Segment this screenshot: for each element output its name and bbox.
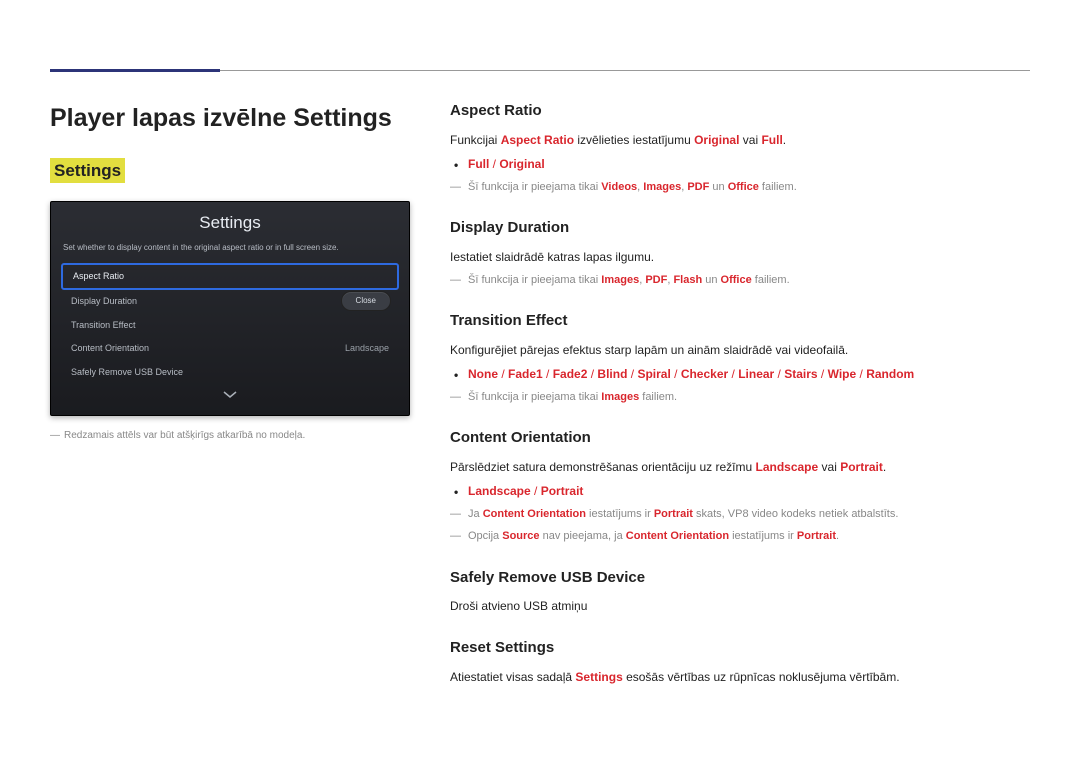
panel-item-label: Aspect Ratio [73, 270, 124, 284]
page-accent-bar [50, 69, 220, 72]
safely-remove-desc: Droši atvieno USB atmiņu [450, 597, 1030, 615]
panel-item-transition-effect[interactable]: Transition Effect [61, 314, 399, 338]
panel-item-label: Transition Effect [71, 319, 136, 333]
transition-desc: Konfigurējiet pārejas efektus starp lapā… [450, 341, 1030, 359]
orientation-options: Landscape / Portrait [468, 482, 1030, 500]
aspect-ratio-desc: Funkcijai Aspect Ratio izvēlieties iesta… [450, 131, 1030, 149]
aspect-ratio-note: Šī funkcija ir pieejama tikai Videos, Im… [468, 179, 1030, 196]
settings-panel: Settings Set whether to display content … [50, 201, 410, 416]
panel-title: Settings [51, 202, 409, 240]
panel-list: Aspect Ratio Display Duration Transition… [51, 263, 409, 389]
display-duration-note: Šī funkcija ir pieejama tikai Images, PD… [468, 272, 1030, 289]
panel-item-safely-remove[interactable]: Safely Remove USB Device [61, 361, 399, 385]
chevron-down-icon[interactable] [51, 388, 409, 415]
panel-item-value: Landscape [345, 342, 389, 356]
page-title: Player lapas izvēlne Settings [50, 100, 410, 138]
heading-reset-settings: Reset Settings [450, 637, 1030, 660]
panel-item-label: Safely Remove USB Device [71, 366, 183, 380]
section-heading-settings: Settings [50, 158, 125, 184]
right-column: Aspect Ratio Funkcijai Aspect Ratio izvē… [450, 100, 1030, 690]
left-column: Player lapas izvēlne Settings Settings S… [50, 100, 410, 690]
heading-display-duration: Display Duration [450, 217, 1030, 240]
page-content: Player lapas izvēlne Settings Settings S… [50, 100, 1030, 690]
heading-content-orientation: Content Orientation [450, 427, 1030, 450]
panel-item-label: Display Duration [71, 295, 137, 309]
panel-item-aspect-ratio[interactable]: Aspect Ratio [61, 263, 399, 291]
heading-safely-remove: Safely Remove USB Device [450, 567, 1030, 590]
reset-desc: Atiestatiet visas sadaļā Settings esošās… [450, 668, 1030, 686]
heading-transition-effect: Transition Effect [450, 310, 1030, 333]
orientation-note-2: Opcija Source nav pieejama, ja Content O… [468, 528, 1030, 545]
panel-description: Set whether to display content in the or… [51, 240, 409, 263]
panel-item-content-orientation[interactable]: Content Orientation Landscape [61, 337, 399, 361]
transition-note: Šī funkcija ir pieejama tikai Images fai… [468, 389, 1030, 406]
heading-aspect-ratio: Aspect Ratio [450, 100, 1030, 123]
image-note: Redzamais attēls var būt atšķirīgs atkar… [50, 428, 410, 443]
display-duration-desc: Iestatiet slaidrādē katras lapas ilgumu. [450, 248, 1030, 266]
close-button[interactable]: Close [341, 291, 391, 311]
aspect-ratio-options: Full / Original [468, 155, 1030, 173]
orientation-desc: Pārslēdziet satura demonstrēšanas orient… [450, 458, 1030, 476]
panel-item-label: Content Orientation [71, 342, 149, 356]
transition-options: None / Fade1 / Fade2 / Blind / Spiral / … [468, 365, 1030, 383]
orientation-note-1: Ja Content Orientation iestatījums ir Po… [468, 506, 1030, 523]
